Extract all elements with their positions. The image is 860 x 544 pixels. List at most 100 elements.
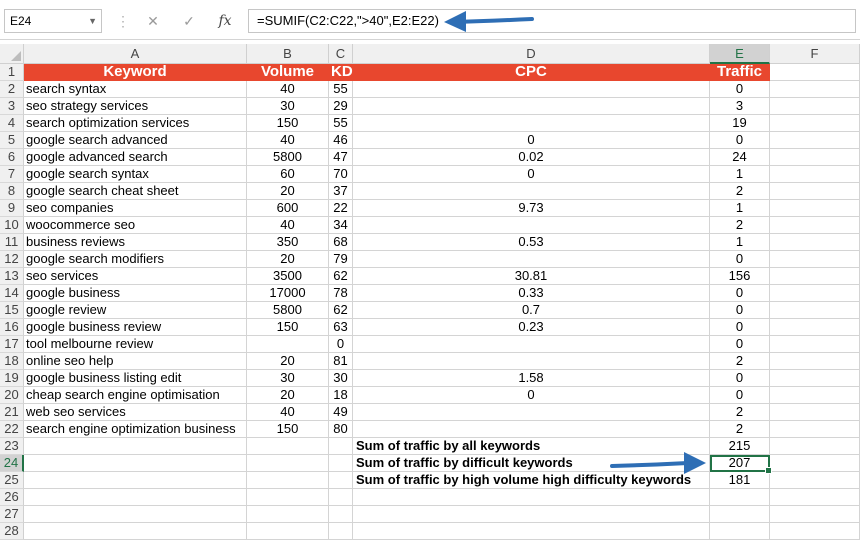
column-header-b[interactable]: B	[247, 44, 329, 64]
cell-f[interactable]	[770, 166, 860, 183]
cell-volume[interactable]: 350	[247, 234, 329, 251]
cell-empty[interactable]	[770, 523, 860, 540]
cell-f[interactable]	[770, 455, 860, 472]
cell-cpc[interactable]: 0	[353, 166, 710, 183]
row-header-10[interactable]: 10	[0, 217, 24, 234]
row-header-6[interactable]: 6	[0, 149, 24, 166]
row-header-7[interactable]: 7	[0, 166, 24, 183]
summary-label[interactable]: Sum of traffic by all keywords	[353, 438, 710, 455]
cell-empty[interactable]	[329, 455, 353, 472]
cell-volume[interactable]	[247, 336, 329, 353]
insert-function-icon[interactable]: fx	[214, 11, 236, 31]
row-header-9[interactable]: 9	[0, 200, 24, 217]
cell-traffic[interactable]: 1	[710, 166, 770, 183]
cell-traffic[interactable]: 2	[710, 183, 770, 200]
row-header-3[interactable]: 3	[0, 98, 24, 115]
cell-traffic[interactable]: 0	[710, 302, 770, 319]
cell-f[interactable]	[770, 472, 860, 489]
column-header-d[interactable]: D	[353, 44, 710, 64]
summary-label[interactable]: Sum of traffic by difficult keywords	[353, 455, 710, 472]
cell-volume[interactable]: 40	[247, 132, 329, 149]
cell-cpc[interactable]: 9.73	[353, 200, 710, 217]
row-header-24[interactable]: 24	[0, 455, 24, 472]
cell-empty[interactable]	[329, 472, 353, 489]
cancel-icon[interactable]: ✕	[142, 11, 164, 31]
cell-keyword[interactable]: search engine optimization business	[24, 421, 247, 438]
cell-kd[interactable]: 47	[329, 149, 353, 166]
cell-f[interactable]	[770, 234, 860, 251]
cell-keyword[interactable]: business reviews	[24, 234, 247, 251]
cell-f[interactable]	[770, 404, 860, 421]
summary-value[interactable]: 181	[710, 472, 770, 489]
cell-traffic[interactable]: 0	[710, 132, 770, 149]
cell-f[interactable]	[770, 115, 860, 132]
row-header-17[interactable]: 17	[0, 336, 24, 353]
cell-volume[interactable]: 5800	[247, 149, 329, 166]
cell-kd[interactable]: 46	[329, 132, 353, 149]
cell-empty[interactable]	[329, 523, 353, 540]
cell-keyword[interactable]: google search cheat sheet	[24, 183, 247, 200]
cell-cpc[interactable]	[353, 251, 710, 268]
cell-kd[interactable]: 0	[329, 336, 353, 353]
cell-f[interactable]	[770, 268, 860, 285]
row-header-8[interactable]: 8	[0, 183, 24, 200]
cell-traffic[interactable]: 2	[710, 217, 770, 234]
summary-value[interactable]: 215	[710, 438, 770, 455]
cell-kd[interactable]: 62	[329, 268, 353, 285]
cell-keyword[interactable]: seo services	[24, 268, 247, 285]
cell-volume[interactable]: 40	[247, 404, 329, 421]
column-header-a[interactable]: A	[24, 44, 247, 64]
cell-volume[interactable]: 30	[247, 370, 329, 387]
cell-keyword[interactable]: google review	[24, 302, 247, 319]
cell-volume[interactable]: 40	[247, 217, 329, 234]
cell-f[interactable]	[770, 285, 860, 302]
cell-empty[interactable]	[247, 438, 329, 455]
cell-traffic[interactable]: 2	[710, 421, 770, 438]
row-header-15[interactable]: 15	[0, 302, 24, 319]
column-header-c[interactable]: C	[329, 44, 353, 64]
cell-empty[interactable]	[329, 438, 353, 455]
cell-empty[interactable]	[247, 455, 329, 472]
row-header-1[interactable]: 1	[0, 64, 24, 81]
drag-handle-icon[interactable]: ⋮	[116, 13, 130, 29]
column-header-f[interactable]: F	[770, 44, 860, 64]
cell-kd[interactable]: 62	[329, 302, 353, 319]
cell-cpc[interactable]	[353, 115, 710, 132]
cell-kd[interactable]: 34	[329, 217, 353, 234]
cell-empty[interactable]	[710, 506, 770, 523]
cell-volume[interactable]: 150	[247, 115, 329, 132]
cell-empty[interactable]	[353, 523, 710, 540]
cell-volume[interactable]: 150	[247, 421, 329, 438]
cell-empty[interactable]	[353, 489, 710, 506]
row-header-19[interactable]: 19	[0, 370, 24, 387]
header-cpc[interactable]: CPC	[353, 64, 710, 81]
cell-keyword[interactable]: google business review	[24, 319, 247, 336]
cell-cpc[interactable]: 0.33	[353, 285, 710, 302]
row-header-22[interactable]: 22	[0, 421, 24, 438]
summary-label[interactable]: Sum of traffic by high volume high diffi…	[353, 472, 710, 489]
cell-f[interactable]	[770, 302, 860, 319]
cell-f[interactable]	[770, 319, 860, 336]
cell-f[interactable]	[770, 421, 860, 438]
cell-cpc[interactable]	[353, 183, 710, 200]
cell-keyword[interactable]: google advanced search	[24, 149, 247, 166]
select-all-button[interactable]	[0, 44, 24, 64]
cell-volume[interactable]: 5800	[247, 302, 329, 319]
active-cell[interactable]: 207	[710, 455, 772, 474]
cell-keyword[interactable]: google business listing edit	[24, 370, 247, 387]
row-header-12[interactable]: 12	[0, 251, 24, 268]
row-header-16[interactable]: 16	[0, 319, 24, 336]
cell-keyword[interactable]: web seo services	[24, 404, 247, 421]
cell-keyword[interactable]: seo strategy services	[24, 98, 247, 115]
name-box[interactable]: E24 ▼	[4, 9, 102, 33]
cell-traffic[interactable]: 0	[710, 387, 770, 404]
cell-cpc[interactable]	[353, 81, 710, 98]
cell-cpc[interactable]: 0	[353, 132, 710, 149]
cell-f[interactable]	[770, 132, 860, 149]
cell-kd[interactable]: 29	[329, 98, 353, 115]
cell-traffic[interactable]: 0	[710, 81, 770, 98]
cell-keyword[interactable]: search optimization services	[24, 115, 247, 132]
cell-traffic[interactable]: 0	[710, 251, 770, 268]
cell-keyword[interactable]: cheap search engine optimisation	[24, 387, 247, 404]
cell-f[interactable]	[770, 81, 860, 98]
